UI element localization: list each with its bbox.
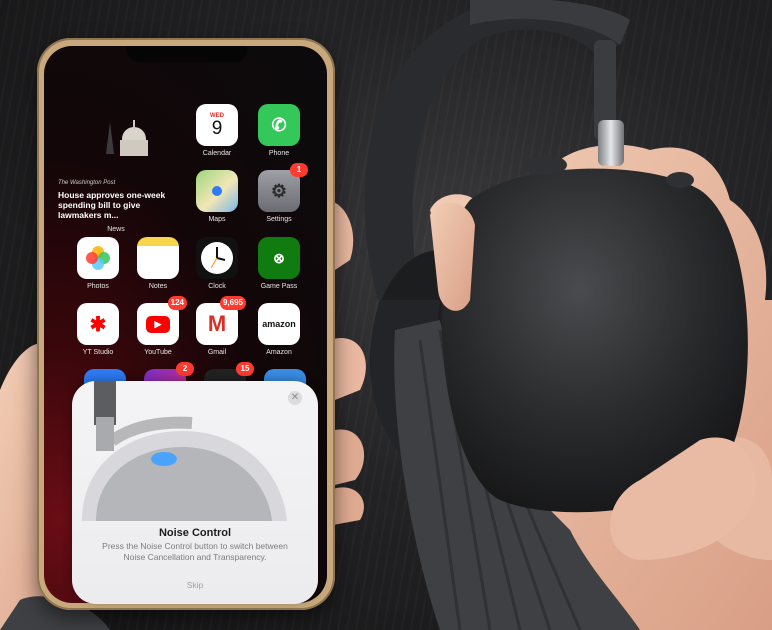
app-label: Amazon bbox=[266, 349, 292, 356]
settings-badge: 1 bbox=[290, 163, 308, 177]
app-calendar[interactable]: WED 9 Calendar bbox=[196, 104, 238, 157]
digital-crown bbox=[666, 172, 694, 188]
app-youtube[interactable]: ▶ 124 YouTube bbox=[137, 296, 187, 356]
airpods-max-illustration bbox=[82, 381, 287, 521]
yt-studio-icon: ✱ bbox=[77, 303, 119, 345]
app-label: Game Pass bbox=[260, 283, 298, 290]
app-notes[interactable]: Notes bbox=[137, 237, 179, 290]
noise-control-card: ✕ Noise Control Press the Noise Control … bbox=[72, 381, 318, 604]
app-label: Photos bbox=[87, 283, 109, 290]
app-yt-studio[interactable]: ✱ YT Studio bbox=[77, 303, 119, 356]
amazon-icon: amazon bbox=[258, 303, 300, 345]
card-title: Noise Control bbox=[158, 527, 232, 539]
app-label: YT Studio bbox=[82, 349, 114, 356]
capitol-photo bbox=[106, 120, 148, 156]
app-photos[interactable]: Photos bbox=[77, 237, 119, 290]
news-widget-label: News bbox=[107, 226, 125, 233]
card-description: Press the Noise Control button to switch… bbox=[102, 541, 288, 562]
app-badge: 15 bbox=[236, 362, 254, 376]
clock-icon bbox=[196, 237, 238, 279]
app-label: Clock bbox=[208, 283, 226, 290]
news-headline: House approves one-week spending bill to… bbox=[58, 190, 166, 220]
gmail-icon: M 9,695 bbox=[196, 296, 246, 345]
headband-stem bbox=[594, 40, 624, 166]
app-label: Settings bbox=[266, 216, 292, 223]
app-clock[interactable]: Clock bbox=[196, 237, 238, 290]
maps-icon bbox=[196, 170, 238, 212]
photo-scene: The Washington Post House approves one-w… bbox=[0, 0, 772, 630]
gmail-badge: 9,695 bbox=[219, 296, 246, 310]
app-amazon[interactable]: amazon Amazon bbox=[258, 303, 300, 356]
app-label: Gmail bbox=[207, 349, 227, 356]
calendar-icon: WED 9 bbox=[196, 104, 238, 146]
youtube-badge: 124 bbox=[167, 296, 187, 310]
calendar-day: 9 bbox=[211, 117, 223, 139]
photos-icon bbox=[77, 237, 119, 279]
notes-icon bbox=[137, 237, 179, 279]
xbox-icon: ⊗ bbox=[258, 237, 300, 279]
app-maps[interactable]: Maps bbox=[196, 170, 238, 223]
app-label: Maps bbox=[208, 216, 226, 223]
close-icon[interactable]: ✕ bbox=[288, 391, 302, 405]
noise-control-button-highlight bbox=[151, 452, 177, 466]
youtube-icon: ▶ 124 bbox=[137, 296, 187, 345]
app-label: YouTube bbox=[144, 349, 172, 356]
app-phone[interactable]: ✆ Phone bbox=[258, 104, 300, 157]
gear-icon: ⚙ 1 bbox=[258, 163, 308, 212]
app-label: Phone bbox=[268, 150, 290, 157]
app-game-pass[interactable]: ⊗ Game Pass bbox=[258, 237, 300, 290]
news-widget[interactable]: The Washington Post House approves one-w… bbox=[54, 104, 178, 233]
news-source: The Washington Post bbox=[58, 180, 116, 186]
app-gmail[interactable]: M 9,695 Gmail bbox=[196, 296, 246, 356]
app-settings[interactable]: ⚙ 1 Settings bbox=[258, 163, 308, 223]
phone-icon: ✆ bbox=[258, 104, 300, 146]
app-label: Calendar bbox=[202, 150, 232, 157]
noise-control-button-on-cup bbox=[523, 155, 567, 175]
amazon-icon-text: amazon bbox=[262, 319, 296, 329]
notch bbox=[127, 46, 247, 62]
skip-button[interactable]: Skip bbox=[72, 580, 318, 590]
app-badge: 2 bbox=[176, 362, 194, 376]
app-label: Notes bbox=[148, 283, 168, 290]
